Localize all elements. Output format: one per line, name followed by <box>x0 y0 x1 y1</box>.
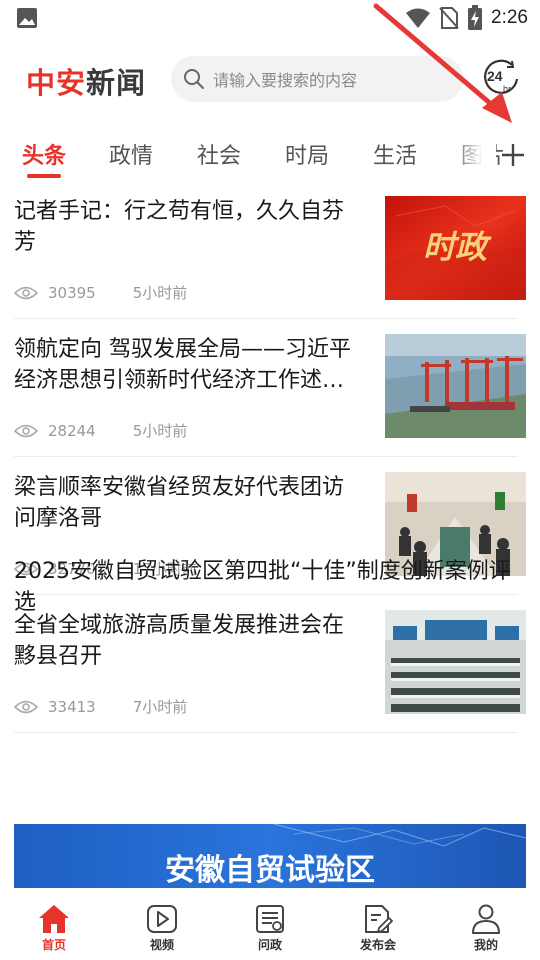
tabs-fade <box>452 130 496 182</box>
bottom-navigation: 首页 视频 问政 发布会 我的 <box>0 888 540 960</box>
edit-document-icon <box>365 905 394 934</box>
news-title-wide[interactable]: 2025安徽自贸试验区第四批“十佳”制度创新案例评选 <box>14 556 526 618</box>
divider <box>14 456 518 457</box>
news-item[interactable]: 记者手记：行之苟有恒，久久自芬芳 30395 5小时前 时政 <box>0 190 540 328</box>
news-title: 记者手记：行之苟有恒，久久自芬芳 <box>14 199 345 255</box>
24-hour-news-icon[interactable]: 24 hr <box>482 59 520 97</box>
active-tab-indicator <box>27 174 61 178</box>
no-sim-icon <box>439 7 459 29</box>
category-tabs: 头条 政情 社会 时局 生活 图片 <box>0 130 540 182</box>
news-item[interactable]: 领航定向 驾驭发展全局——习近平经济思想引领新时代经济工作述… 28244 5小… <box>0 328 540 466</box>
news-meta: 30395 5小时前 <box>14 282 187 303</box>
logo-red-text: 中安 <box>26 66 87 100</box>
divider <box>14 732 518 733</box>
user-icon <box>472 904 500 934</box>
publish-time: 5小时前 <box>132 284 188 302</box>
play-icon <box>147 905 177 933</box>
nav-label: 发布会 <box>359 938 396 952</box>
news-meta: 33413 7小时前 <box>14 696 187 717</box>
tab-shenghuo[interactable]: 生活 <box>373 138 417 170</box>
news-item[interactable]: 全省全域旅游高质量发展推进会在黟县召开 33413 7小时前 <box>0 604 540 742</box>
status-time: 2:26 <box>491 7 528 28</box>
banner-text: 安徽自贸试验区 <box>165 853 375 888</box>
eye-icon <box>14 286 38 299</box>
nav-wenzheng[interactable]: 问政 <box>230 888 310 960</box>
nav-profile[interactable]: 我的 <box>446 888 526 960</box>
news-thumbnail <box>385 610 526 714</box>
publish-time: 5小时前 <box>132 422 188 440</box>
document-icon <box>256 905 284 933</box>
wifi-icon <box>406 8 431 28</box>
publish-time: 7小时前 <box>132 698 188 716</box>
search-placeholder: 请输入要搜索的内容 <box>213 71 358 90</box>
nav-video[interactable]: 视频 <box>122 888 202 960</box>
nav-label: 问政 <box>257 938 282 952</box>
view-count: 28244 <box>48 421 96 440</box>
news-title: 全省全域旅游高质量发展推进会在黟县召开 <box>14 613 345 669</box>
view-count: 33413 <box>48 697 96 716</box>
thumbnail-text: 时政 <box>423 228 492 266</box>
tab-shiju[interactable]: 时局 <box>285 138 329 170</box>
badge-24-text: 24 <box>487 68 503 84</box>
nav-label: 首页 <box>41 938 66 952</box>
search-icon <box>184 69 204 89</box>
tab-toutiao[interactable]: 头条 <box>22 138 66 170</box>
news-feed: 记者手记：行之苟有恒，久久自芬芳 30395 5小时前 时政 领航定向 驾驭发展… <box>0 190 540 888</box>
news-title: 梁言顺率安徽省经贸友好代表团访问摩洛哥 <box>14 475 345 531</box>
divider <box>14 318 518 319</box>
app-logo: 中安新闻 <box>26 60 146 102</box>
search-bar[interactable]: 请输入要搜索的内容 <box>171 56 463 102</box>
nav-label: 视频 <box>149 938 174 952</box>
tab-shehui[interactable]: 社会 <box>197 138 241 170</box>
status-bar: 2:26 <box>0 0 540 36</box>
eye-icon <box>14 700 38 713</box>
nav-press-conference[interactable]: 发布会 <box>338 888 418 960</box>
home-icon <box>39 905 69 933</box>
news-title: 领航定向 驾驭发展全局——习近平经济思想引领新时代经济工作述… <box>14 337 351 393</box>
nav-label: 我的 <box>473 938 498 952</box>
tab-zhengqing[interactable]: 政情 <box>109 138 153 170</box>
news-thumbnail <box>385 334 526 438</box>
logo-dark-text: 新闻 <box>86 66 147 100</box>
news-thumbnail: 时政 <box>385 196 526 300</box>
add-channel-icon[interactable] <box>498 140 528 170</box>
image-notification-icon <box>17 8 37 28</box>
app-header: 中安新闻 请输入要搜索的内容 24 hr <box>0 44 540 116</box>
badge-hr-text: hr <box>503 84 511 94</box>
news-meta: 28244 5小时前 <box>14 420 187 441</box>
news-banner[interactable]: 安徽自贸试验区 <box>14 824 526 888</box>
nav-home[interactable]: 首页 <box>14 888 94 960</box>
eye-icon <box>14 424 38 437</box>
battery-charging-icon <box>468 5 483 30</box>
view-count: 30395 <box>48 283 96 302</box>
